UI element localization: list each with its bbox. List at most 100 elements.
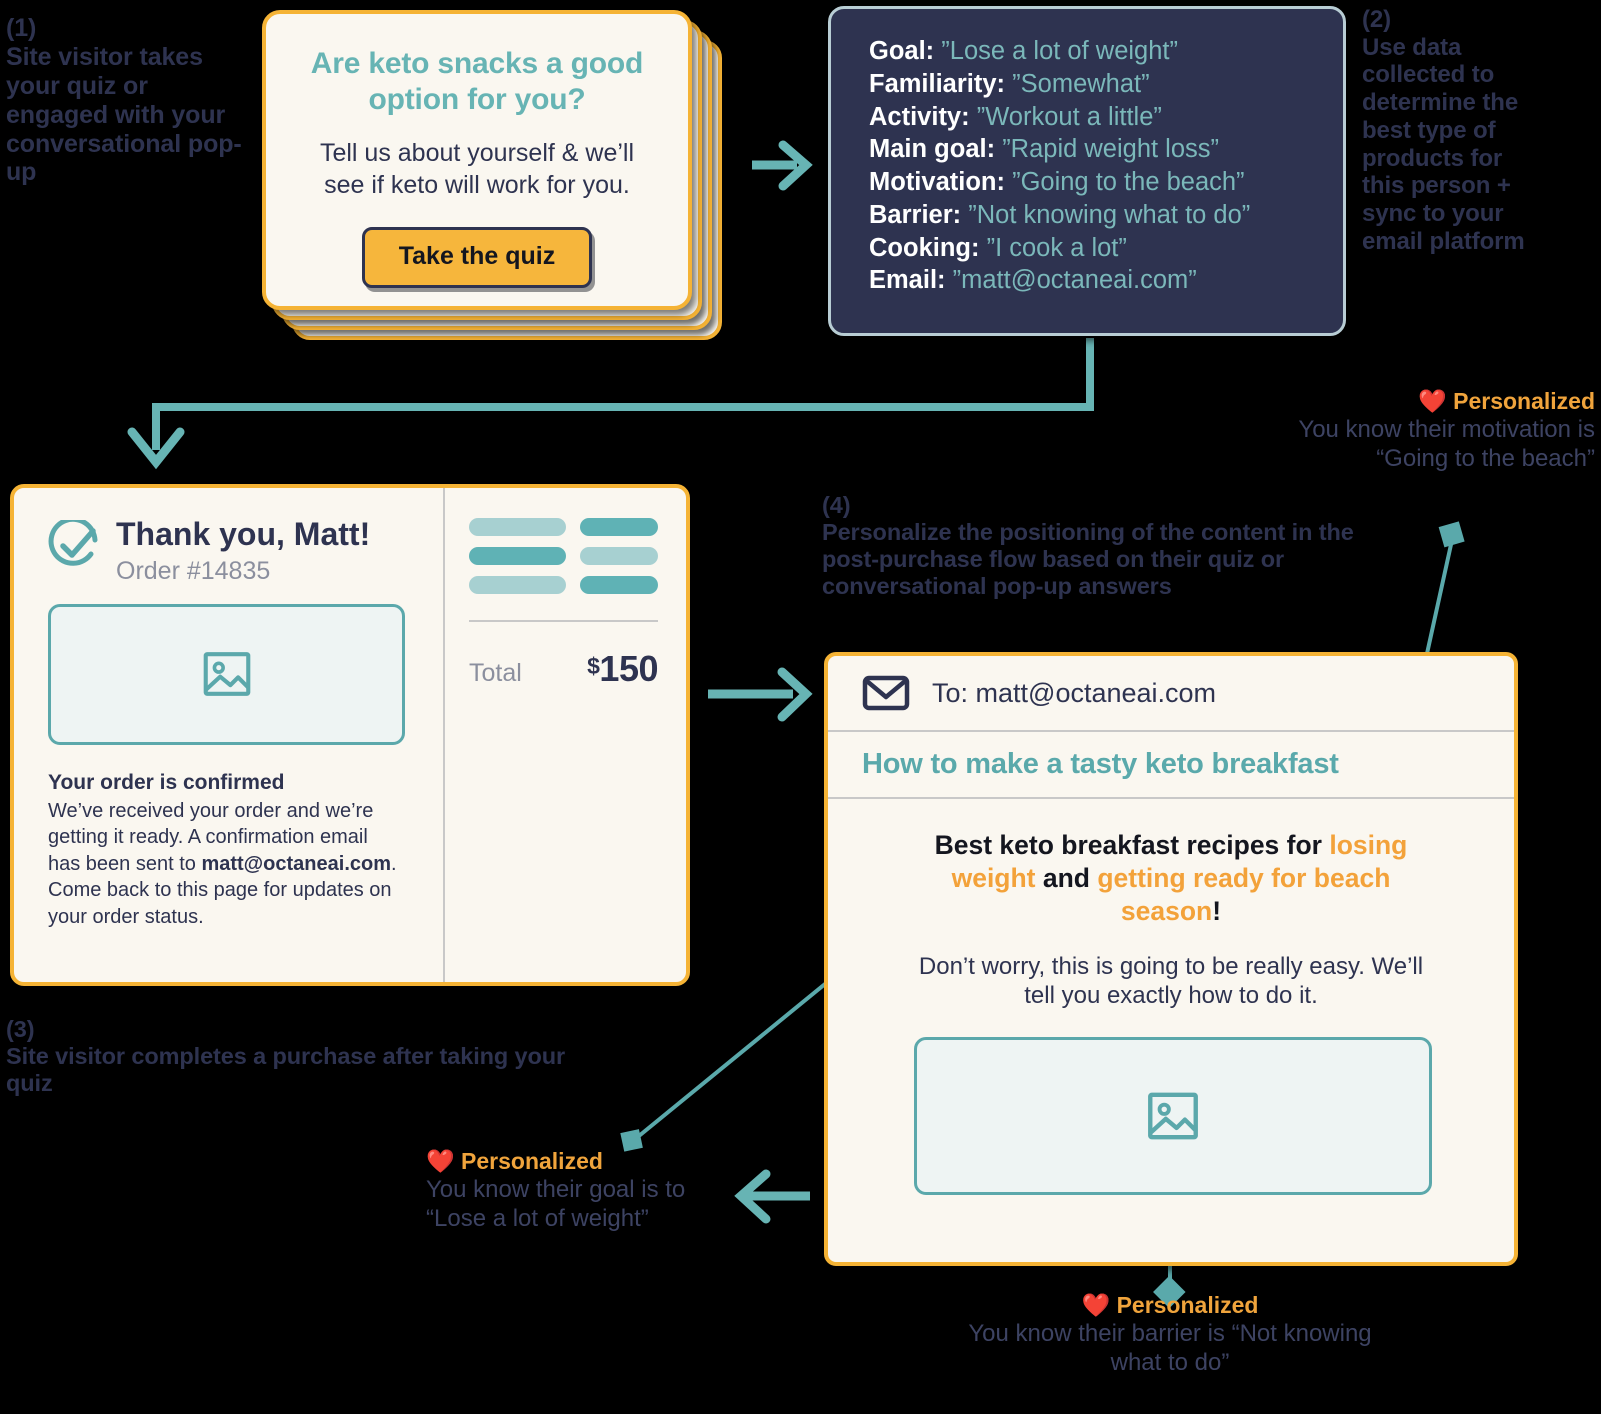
heart-icon: ❤️ <box>426 1148 455 1174</box>
step-3-number: (3) <box>6 1016 35 1042</box>
total-value: 150 <box>599 648 658 689</box>
answer-row: Main goal: ”Rapid weight loss” <box>869 133 1313 166</box>
order-confirm-email: matt@octaneai.com <box>201 852 392 875</box>
envelope-icon <box>862 675 910 711</box>
answer-row: Motivation: ”Going to the beach” <box>869 166 1313 199</box>
email-body: Best keto breakfast recipes for losing w… <box>828 799 1514 1229</box>
step-note-3: (3) Site visitor completes a purchase af… <box>6 1016 616 1097</box>
step-1-text: Site visitor takes your quiz or engaged … <box>6 42 242 187</box>
answer-row: Activity: ”Workout a little” <box>869 101 1313 134</box>
step-2-number: (2) <box>1362 6 1392 33</box>
arrow-quiz-to-answers <box>752 140 813 191</box>
product-image-placeholder <box>48 603 405 745</box>
skeleton-bar <box>469 547 566 565</box>
heart-icon: ❤️ <box>1418 388 1447 414</box>
arrow-answers-to-order <box>127 338 1094 470</box>
summary-divider <box>469 620 658 622</box>
answer-key: Email: <box>869 266 946 295</box>
email-image-placeholder <box>914 1037 1432 1196</box>
order-header: Thank you, Matt! Order #14835 <box>48 516 405 586</box>
order-confirm-body: We’ve received your order and we’re gett… <box>48 798 405 931</box>
personalized-title: Personalized <box>1453 388 1595 414</box>
answer-row: Barrier: ”Not knowing what to do” <box>869 199 1313 232</box>
order-confirm-heading: Your order is confirmed <box>48 770 285 794</box>
headline-part-3: ! <box>1212 895 1222 926</box>
image-placeholder-icon <box>203 652 250 696</box>
headline-highlight-motivation: getting ready for beach season <box>1097 862 1391 926</box>
answer-key: Familiarity: <box>869 69 1006 98</box>
personalized-body: You know their barrier is “Not knowing w… <box>968 1320 1372 1376</box>
answer-value: ”matt@octaneai.com” <box>952 266 1197 295</box>
answer-row: Familiarity: ”Somewhat” <box>869 68 1313 101</box>
personalized-label: ❤️ Personalized <box>1255 388 1595 415</box>
order-summary-skeleton <box>469 518 658 594</box>
personalized-callout-barrier: ❤️ Personalized You know their barrier i… <box>960 1292 1380 1378</box>
personalized-title: Personalized <box>1116 1292 1259 1318</box>
step-note-2: (2) Use data collected to determine the … <box>1362 6 1537 255</box>
step-2-text: Use data collected to determine the best… <box>1362 33 1525 255</box>
order-total-amount: $150 <box>587 648 658 690</box>
step-note-1: (1) Site visitor takes your quiz or enga… <box>6 14 246 187</box>
take-the-quiz-button[interactable]: Take the quiz <box>361 227 593 288</box>
email-to-address: To: matt@octaneai.com <box>932 677 1217 708</box>
step-1-number: (1) <box>6 14 37 42</box>
personalized-title: Personalized <box>461 1148 603 1174</box>
arrow-order-to-email <box>708 667 813 722</box>
step-note-4: (4) Personalize the positioning of the c… <box>822 492 1382 601</box>
email-to-row: To: matt@octaneai.com <box>828 656 1514 732</box>
order-total-row: Total $150 <box>469 648 658 690</box>
answer-key: Main goal: <box>869 135 996 164</box>
quiz-popup-stack: Are keto snacks a good option for you? T… <box>262 10 722 340</box>
personalized-label: ❤️ Personalized <box>960 1292 1380 1319</box>
personalized-body: You know their motivation is “Going to t… <box>1298 416 1595 472</box>
step-4-number: (4) <box>822 492 851 518</box>
quiz-answers-card: Goal: ”Lose a lot of weight” Familiarity… <box>828 6 1346 336</box>
headline-part-2: and <box>1035 862 1098 893</box>
skeleton-bar <box>580 576 658 594</box>
skeleton-bar <box>580 547 658 565</box>
check-circle-icon <box>48 520 98 566</box>
answer-row: Cooking: ”I cook a lot” <box>869 232 1313 265</box>
skeleton-bar <box>469 576 566 594</box>
order-number: Order #14835 <box>116 556 271 585</box>
quiz-subtitle: Tell us about yourself & we’ll see if ke… <box>319 139 635 199</box>
order-card-left-pane: Thank you, Matt! Order #14835 Your order… <box>14 488 445 982</box>
personalized-callout-goal: ❤️ Personalized You know their goal is t… <box>426 1148 726 1234</box>
email-subject: How to make a tasty keto breakfast <box>828 732 1514 799</box>
email-paragraph: Don’t worry, this is going to be really … <box>918 952 1424 1010</box>
personalized-callout-motivation: ❤️ Personalized You know their motivatio… <box>1255 388 1595 474</box>
answer-value: ”Not knowing what to do” <box>968 200 1251 229</box>
answer-row: Goal: ”Lose a lot of weight” <box>869 35 1313 68</box>
answer-value: ”Going to the beach” <box>1012 168 1245 197</box>
step-3-text: Site visitor completes a purchase after … <box>6 1043 566 1097</box>
skeleton-bar <box>469 518 566 536</box>
order-total-label: Total <box>469 659 522 687</box>
step-4-text: Personalize the positioning of the conte… <box>822 519 1354 600</box>
answer-value: ”Workout a little” <box>976 102 1162 131</box>
answer-key: Activity: <box>869 102 970 131</box>
skeleton-bar <box>580 518 658 536</box>
answer-value: ”Somewhat” <box>1012 69 1150 98</box>
order-card-right-pane: Total $150 <box>445 488 686 982</box>
image-placeholder-icon <box>1148 1092 1198 1140</box>
email-preview-card: To: matt@octaneai.com How to make a tast… <box>824 652 1518 1266</box>
answer-value: ”Rapid weight loss” <box>1002 135 1220 164</box>
personalized-body: You know their goal is to “Lose a lot of… <box>426 1176 686 1232</box>
answer-key: Goal: <box>869 37 935 65</box>
answer-value: ”I cook a lot” <box>986 233 1127 262</box>
email-headline: Best keto breakfast recipes for losing w… <box>914 829 1428 928</box>
order-thank-you-title: Thank you, Matt! <box>116 516 371 552</box>
answer-value: ”Lose a lot of weight” <box>941 37 1178 65</box>
answer-key: Motivation: <box>869 168 1005 197</box>
answer-key: Barrier: <box>869 200 962 229</box>
arrow-email-to-personalized-goal <box>734 1169 810 1224</box>
quiz-title: Are keto snacks a good option for you? <box>310 47 644 116</box>
diagram-canvas: (1) Site visitor takes your quiz or enga… <box>0 0 1601 1414</box>
personalized-label: ❤️ Personalized <box>426 1148 726 1175</box>
quiz-popup-card: Are keto snacks a good option for you? T… <box>262 10 692 310</box>
heart-icon: ❤️ <box>1081 1292 1111 1318</box>
answer-key: Cooking: <box>869 233 980 262</box>
answer-row: Email: ”matt@octaneai.com” <box>869 264 1313 297</box>
order-confirmation-card: Thank you, Matt! Order #14835 Your order… <box>10 484 690 986</box>
currency-symbol: $ <box>587 653 600 679</box>
